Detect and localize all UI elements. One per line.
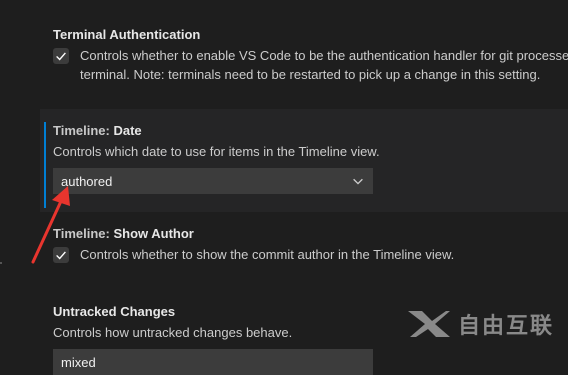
setting-description: Controls which date to use for items in …: [53, 144, 380, 159]
setting-timeline-show-author: Timeline: Show Author Controls whether t…: [40, 218, 568, 288]
sidebar-edge-marker: [0, 262, 2, 264]
setting-description: Controls how untracked changes behave.: [53, 325, 293, 340]
x-logo-icon: [407, 311, 450, 337]
chevron-down-icon: [353, 178, 363, 185]
setting-title: Terminal Authentication: [53, 27, 201, 42]
setting-timeline-date: Timeline: Date Controls which date to us…: [40, 109, 568, 212]
timeline-date-dropdown[interactable]: authored: [53, 168, 373, 194]
setting-title: Timeline: Date: [53, 123, 142, 138]
setting-description: Controls whether to show the commit auth…: [80, 247, 455, 262]
untracked-changes-dropdown[interactable]: mixed: [53, 349, 373, 375]
setting-title: Timeline: Show Author: [53, 226, 194, 241]
checkmark-icon: [56, 251, 66, 260]
watermark: 自由互联: [406, 308, 554, 340]
setting-title: Untracked Changes: [53, 304, 176, 319]
setting-description: Controls whether to enable VS Code to be…: [80, 48, 568, 63]
watermark-text: 自由互联: [457, 313, 554, 338]
terminal-auth-checkbox[interactable]: [53, 48, 69, 64]
dropdown-value: authored: [61, 173, 113, 189]
dropdown-value: mixed: [61, 354, 96, 370]
focus-indicator: [44, 122, 46, 208]
setting-description-line2: terminal. Note: terminals need to be res…: [80, 67, 541, 82]
show-author-checkbox[interactable]: [53, 247, 69, 263]
setting-terminal-authentication: Terminal Authentication Controls whether…: [40, 0, 568, 100]
checkmark-icon: [56, 52, 66, 61]
